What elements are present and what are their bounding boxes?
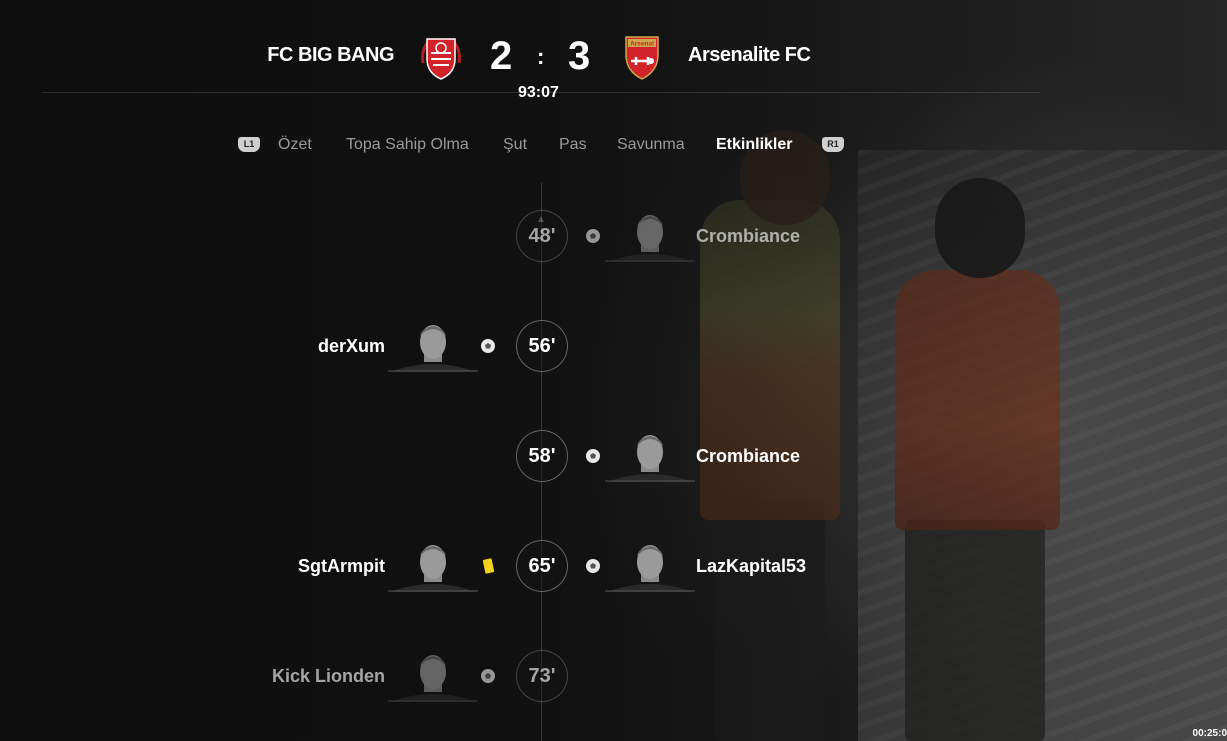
goal-ball-icon [586,449,600,463]
tab-passes[interactable]: Pas [559,136,587,154]
score-separator: : [537,44,545,69]
home-score: 2 [490,34,513,78]
event-minute: 73' [516,650,568,702]
player-name: Kick Lionden [271,666,385,686]
goal-ball-icon [481,339,495,353]
goal-ball-icon [586,229,600,243]
player-avatar [388,325,478,372]
away-team-crest-icon: Arsenal [625,36,659,80]
yellow-card-icon [482,558,495,574]
r1-bumper-icon[interactable]: R1 [822,137,844,152]
tab-shots[interactable]: Şut [503,136,527,154]
player-avatar [388,655,478,702]
event-minute: 65' [516,540,568,592]
goal-ball-icon [481,669,495,683]
event-minute: 48' [516,210,568,262]
away-crest-wordmark: Arsenal [630,41,654,48]
match-events-screen: FC BIG BANG 2 : 3 Arsenal Arsenalite FC … [0,0,1227,741]
header-divider [42,92,1040,93]
video-timestamp: 00:25:0 [1192,728,1227,739]
tab-summary[interactable]: Özet [278,136,312,154]
player-name: derXum [317,336,385,356]
player-name: SgtArmpit [298,556,385,576]
event-minute: 58' [516,430,568,482]
player-avatar [605,435,695,482]
player-name: Crombiance [696,226,801,246]
away-team-name: Arsenalite FC [688,44,811,66]
away-score: 3 [568,34,591,78]
player-name: Crombiance [696,446,801,466]
goal-ball-icon [586,559,600,573]
tab-possession[interactable]: Topa Sahip Olma [346,136,469,154]
player-avatar [388,545,478,592]
event-minute: 56' [516,320,568,372]
tab-events[interactable]: Etkinlikler [716,136,792,154]
stats-tab-bar: Özet Topa Sahip Olma Şut Pas Savunma Etk… [0,136,1227,156]
player-avatar [605,545,695,592]
player-avatar [605,215,695,262]
tab-defence[interactable]: Savunma [617,136,685,154]
player-name: LazKapital53 [696,556,807,576]
match-clock: 93:07 [518,84,559,101]
home-team-name: FC BIG BANG [267,44,394,66]
home-team-crest-icon [421,38,461,80]
